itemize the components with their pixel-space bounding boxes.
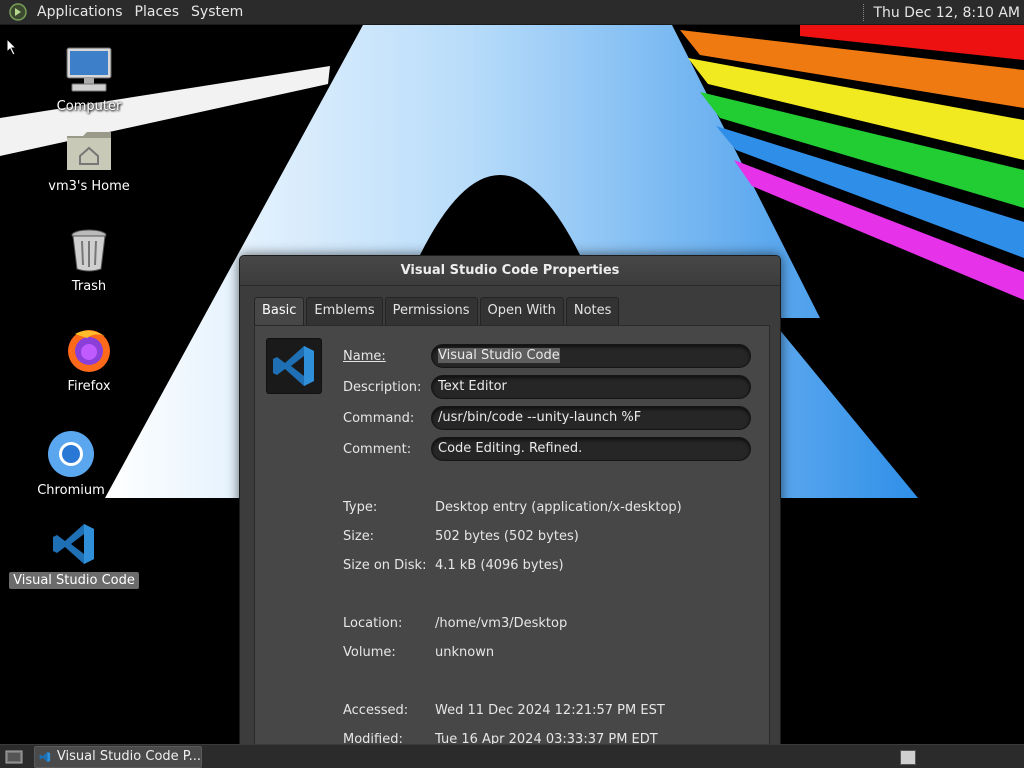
distro-logo-icon[interactable] — [8, 2, 28, 22]
comment-label: Comment: — [343, 441, 412, 457]
command-row: Command: /usr/bin/code --unity-launch %F — [343, 405, 751, 431]
volume-label: Volume: — [343, 645, 396, 660]
name-value: Visual Studio Code — [438, 348, 560, 363]
name-row: Name: Visual Studio Code — [343, 343, 751, 369]
size-row: Size: 502 bytes (502 bytes) — [343, 529, 579, 547]
size-on-disk-row: Size on Disk: 4.1 kB (4096 bytes) — [343, 558, 564, 576]
properties-dialog: Visual Studio Code Properties Basic Embl… — [239, 255, 781, 745]
name-label: Name: — [343, 348, 386, 364]
tab-permissions[interactable]: Permissions — [384, 297, 478, 325]
trash-icon — [71, 229, 107, 272]
size-value: 502 bytes (502 bytes) — [435, 529, 579, 544]
accessed-row: Accessed: Wed 11 Dec 2024 12:21:57 PM ES… — [343, 703, 665, 721]
accessed-value: Wed 11 Dec 2024 12:21:57 PM EST — [435, 703, 665, 718]
panel-separator — [863, 4, 865, 21]
size-on-disk-label: Size on Disk: — [343, 558, 427, 573]
computer-icon — [66, 47, 112, 92]
desktop-icon-label: Visual Studio Code — [9, 572, 139, 589]
vscode-icon — [53, 524, 94, 564]
show-desktop-icon — [5, 750, 23, 763]
tab-emblems[interactable]: Emblems — [306, 297, 383, 325]
places-menu[interactable]: Places — [129, 0, 186, 25]
home-folder-icon — [67, 132, 111, 170]
firefox-icon — [68, 330, 110, 372]
task-button-label: Visual Studio Code P... — [56, 749, 201, 764]
desktop-icon-firefox[interactable]: Firefox — [24, 324, 154, 395]
type-value: Desktop entry (application/x-desktop) — [435, 500, 682, 515]
desktop-icon-chromium[interactable]: Chromium — [6, 428, 136, 499]
accessed-label: Accessed: — [343, 703, 409, 718]
tab-open-with[interactable]: Open With — [479, 297, 564, 325]
mouse-cursor-icon — [6, 38, 18, 56]
applications-menu[interactable]: Applications — [31, 0, 129, 25]
desktop-icon-vscode[interactable]: Visual Studio Code — [9, 518, 139, 589]
desktop-icon-label: Computer — [56, 99, 122, 114]
bottom-taskbar: Visual Studio Code P... — [0, 744, 1024, 768]
dialog-titlebar[interactable]: Visual Studio Code Properties — [240, 256, 780, 286]
desktop-icon-label: Trash — [71, 279, 107, 294]
comment-row: Comment: Code Editing. Refined. — [343, 436, 751, 462]
desktop-icon-home[interactable]: vm3's Home — [24, 124, 154, 195]
top-panel: Applications Places System Thu Dec 12, 8… — [0, 0, 1024, 25]
size-label: Size: — [343, 529, 375, 544]
description-label: Description: — [343, 379, 422, 395]
description-row: Description: Text Editor — [343, 374, 751, 400]
dialog-tabs: Basic Emblems Permissions Open With Note… — [254, 297, 621, 325]
volume-row: Volume: unknown — [343, 645, 494, 663]
tab-notes[interactable]: Notes — [565, 297, 620, 325]
command-label: Command: — [343, 410, 415, 426]
desktop-icon-trash[interactable]: Trash — [24, 224, 154, 295]
comment-field[interactable]: Code Editing. Refined. — [431, 437, 751, 461]
task-button-vscode-properties[interactable]: Visual Studio Code P... — [34, 745, 202, 768]
volume-value: unknown — [435, 645, 495, 660]
type-row: Type: Desktop entry (application/x-deskt… — [343, 500, 682, 518]
type-label: Type: — [343, 500, 378, 515]
app-icon-button[interactable] — [266, 338, 322, 394]
desktop-icon-label: Chromium — [37, 483, 105, 498]
workspace-switcher[interactable] — [900, 750, 916, 765]
desktop-icon-computer[interactable]: Computer — [24, 44, 154, 115]
command-field[interactable]: /usr/bin/code --unity-launch %F — [431, 406, 751, 430]
tab-basic[interactable]: Basic — [254, 297, 305, 325]
system-menu[interactable]: System — [185, 0, 249, 25]
desktop-icon-label: Firefox — [67, 379, 111, 394]
clock[interactable]: Thu Dec 12, 8:10 AM — [873, 5, 1024, 21]
vscode-icon — [273, 346, 314, 386]
location-label: Location: — [343, 616, 403, 631]
basic-tab-panel: Name: Visual Studio Code Description: Te… — [254, 325, 770, 744]
location-value: /home/vm3/Desktop — [435, 616, 568, 631]
vscode-icon — [39, 751, 51, 762]
name-field[interactable]: Visual Studio Code — [431, 344, 751, 368]
location-row: Location: /home/vm3/Desktop — [343, 616, 567, 634]
chromium-icon — [48, 431, 94, 477]
show-desktop-button[interactable] — [4, 748, 24, 766]
desktop-icon-label: vm3's Home — [48, 179, 130, 194]
size-on-disk-value: 4.1 kB (4096 bytes) — [435, 558, 564, 573]
description-field[interactable]: Text Editor — [431, 375, 751, 399]
